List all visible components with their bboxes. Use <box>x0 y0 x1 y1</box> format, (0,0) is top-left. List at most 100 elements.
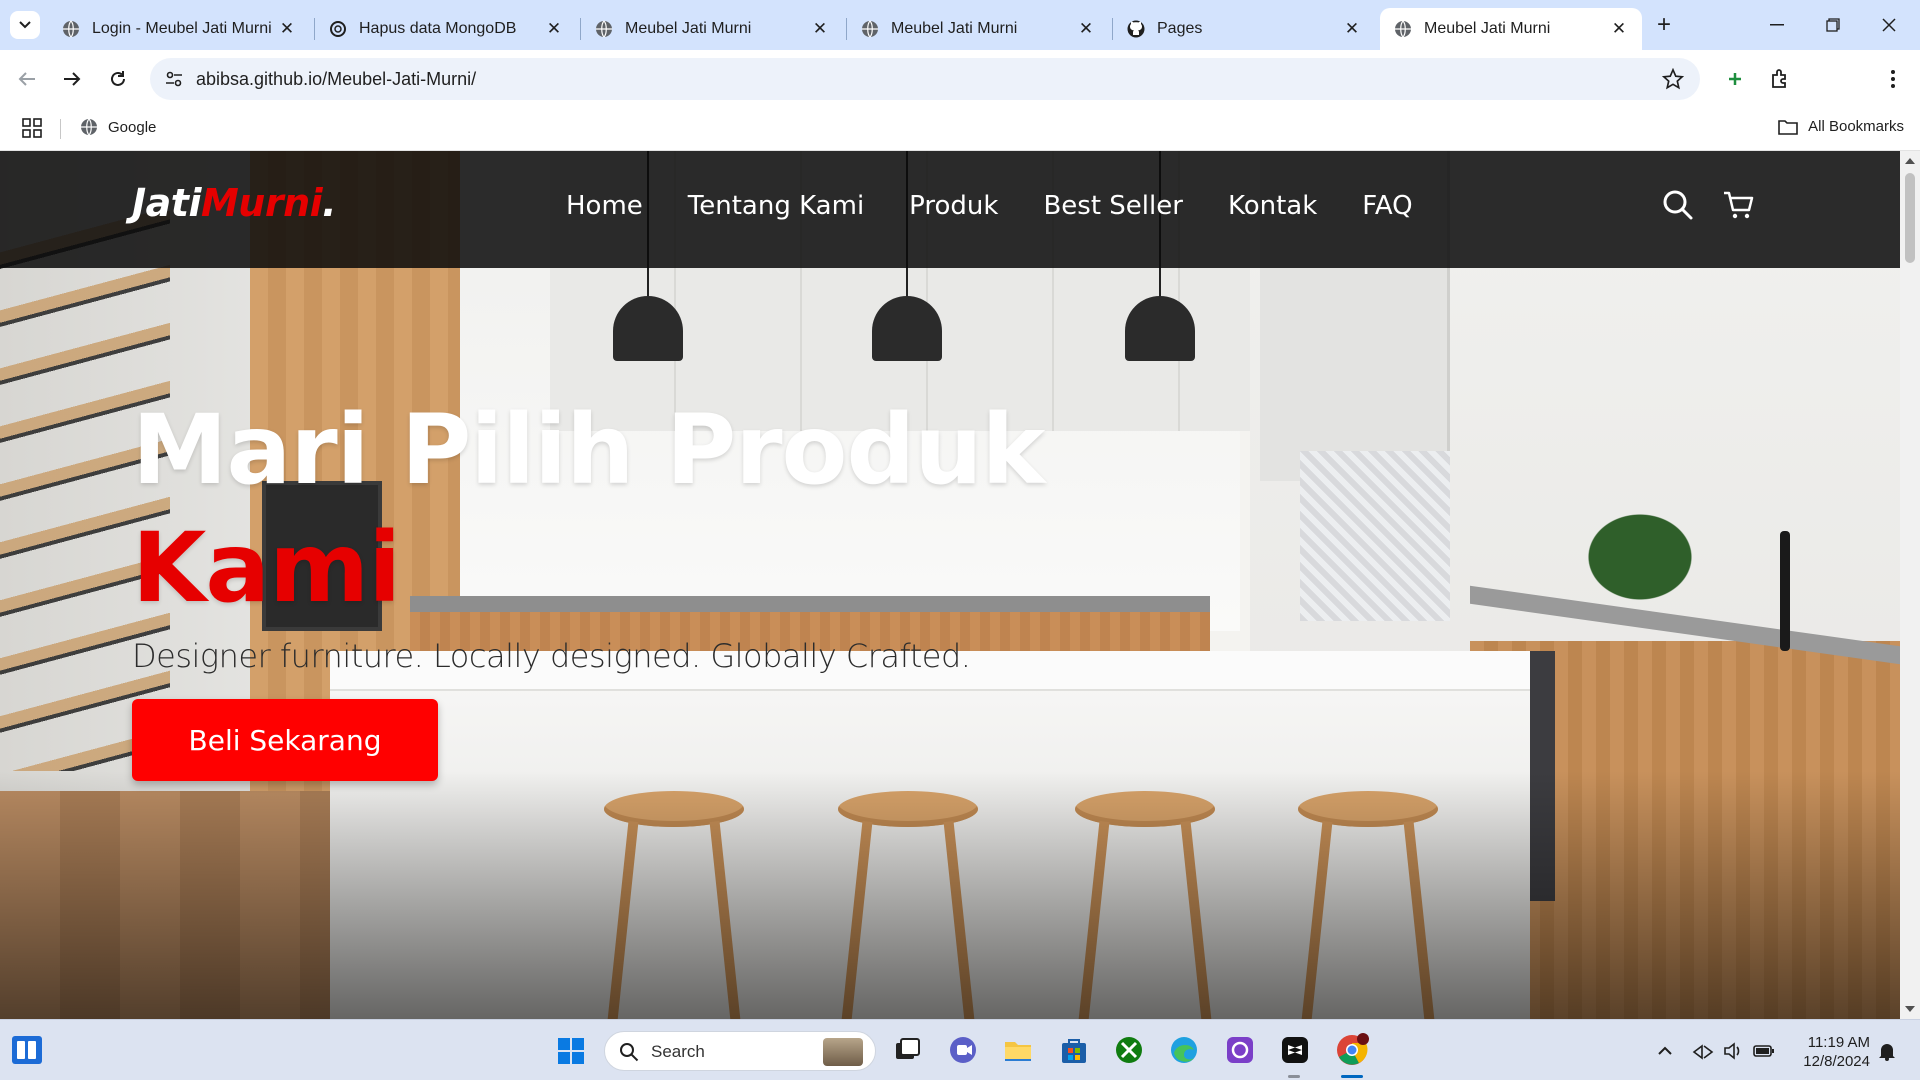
scroll-down-arrow-icon[interactable] <box>1905 1006 1915 1012</box>
apps-grid-icon[interactable] <box>22 118 42 138</box>
edge-icon[interactable] <box>1169 1035 1199 1065</box>
notification-bell-icon[interactable] <box>1876 1040 1898 1062</box>
tab-strip: Login - Meubel Jati Murni ✕ Hapus data M… <box>0 0 1920 50</box>
buy-now-button[interactable]: Beli Sekarang <box>132 699 438 781</box>
widgets-icon[interactable] <box>12 1036 42 1064</box>
logo-text-accent: Murni <box>200 181 323 225</box>
network-icon[interactable] <box>1692 1040 1714 1062</box>
chrome-icon <box>1337 1033 1369 1065</box>
nav-produk[interactable]: Produk <box>909 191 998 221</box>
reload-button[interactable] <box>103 64 133 94</box>
hero-title-line2: Kami <box>132 512 401 624</box>
chevron-up-icon[interactable] <box>1654 1040 1676 1062</box>
scroll-thumb[interactable] <box>1905 173 1915 263</box>
star-icon[interactable] <box>1662 68 1684 90</box>
close-icon[interactable]: ✕ <box>1343 19 1361 38</box>
github-icon <box>1127 20 1145 38</box>
globe-icon <box>596 20 612 38</box>
nav-tentang-kami[interactable]: Tentang Kami <box>688 191 864 221</box>
scroll-up-arrow-icon[interactable] <box>1905 158 1915 164</box>
tab-title: Pages <box>1157 20 1203 37</box>
close-icon[interactable]: ✕ <box>545 19 563 38</box>
browser-toolbar: abibsa.github.io/Meubel-Jati-Murni/ <box>0 50 1920 140</box>
clock-time: 11:19 AM <box>1807 1034 1870 1051</box>
tab-title: Meubel Jati Murni <box>625 20 752 37</box>
globe-icon <box>862 20 878 38</box>
globe-icon <box>81 118 97 136</box>
tab-mongodb[interactable]: Hapus data MongoDB ✕ <box>315 8 577 50</box>
bookmark-google[interactable]: Google <box>80 118 156 136</box>
close-icon[interactable]: ✕ <box>278 19 296 38</box>
restore-button[interactable] <box>1818 12 1848 38</box>
back-button[interactable] <box>12 64 42 94</box>
site-info-icon[interactable] <box>164 69 184 89</box>
system-clock[interactable]: 11:19 AM 12/8/2024 <box>1790 1033 1870 1071</box>
taskbar-search[interactable]: Search <box>604 1031 876 1071</box>
search-icon <box>620 1043 639 1062</box>
windows-taskbar: Search 11:19 AM 12/8/2024 <box>0 1019 1920 1080</box>
hero-title-line1: Mari Pilih Produk <box>132 394 1045 506</box>
arrow-right-icon <box>64 72 81 86</box>
xbox-icon[interactable] <box>1114 1035 1144 1065</box>
tab-meubel-2[interactable]: Meubel Jati Murni ✕ <box>847 8 1109 50</box>
page-scrollbar[interactable] <box>1900 151 1920 1019</box>
minimize-button[interactable] <box>1762 12 1792 38</box>
file-explorer-icon[interactable] <box>1003 1035 1033 1065</box>
tab-search-button[interactable] <box>10 11 40 39</box>
all-bookmarks-button[interactable]: All Bookmarks <box>1778 118 1904 135</box>
url-text[interactable]: abibsa.github.io/Meubel-Jati-Murni/ <box>196 69 476 90</box>
chrome-taskbar-button[interactable] <box>1335 1033 1369 1067</box>
search-highlight-image <box>823 1038 863 1066</box>
minimize-icon <box>1770 24 1784 26</box>
capcut-icon[interactable] <box>1280 1035 1310 1065</box>
address-bar[interactable]: abibsa.github.io/Meubel-Jati-Murni/ <box>150 58 1700 100</box>
search-icon[interactable] <box>1662 189 1694 221</box>
nav-home[interactable]: Home <box>566 191 643 221</box>
tab-meubel-active[interactable]: Meubel Jati Murni ✕ <box>1380 8 1642 50</box>
globe-icon <box>63 20 79 38</box>
nav-best-seller[interactable]: Best Seller <box>1043 191 1182 221</box>
nav-kontak[interactable]: Kontak <box>1228 191 1317 221</box>
active-indicator <box>1341 1075 1363 1078</box>
tab-pages[interactable]: Pages ✕ <box>1113 8 1375 50</box>
chevron-down-icon <box>19 21 31 29</box>
microsoft-store-icon[interactable] <box>1059 1035 1089 1065</box>
tab-login[interactable]: Login - Meubel Jati Murni ✕ <box>48 8 310 50</box>
cart-icon[interactable] <box>1722 189 1754 221</box>
page-viewport: JatiMurni. Home Tentang Kami Produk Best… <box>0 151 1900 1019</box>
more-vert-icon <box>1891 70 1895 88</box>
windows-start-icon[interactable] <box>557 1037 585 1065</box>
close-icon[interactable]: ✕ <box>1610 19 1628 38</box>
bookmarks-bar: Google All Bookmarks <box>0 108 1920 151</box>
tab-meubel-1[interactable]: Meubel Jati Murni ✕ <box>581 8 843 50</box>
all-bookmarks-label: All Bookmarks <box>1808 118 1904 135</box>
folder-icon <box>1778 119 1798 135</box>
restore-icon <box>1826 18 1840 32</box>
reload-icon <box>111 71 125 86</box>
close-window-button[interactable] <box>1874 12 1904 38</box>
close-icon[interactable]: ✕ <box>1077 19 1095 38</box>
new-tab-button[interactable]: + <box>1650 11 1678 39</box>
openai-icon <box>330 21 346 37</box>
site-navbar: JatiMurni. Home Tentang Kami Produk Best… <box>0 151 1900 268</box>
teams-chat-icon[interactable] <box>948 1035 978 1065</box>
hero-title: Mari Pilih Produk Kami <box>132 391 1045 627</box>
tab-title: Login - Meubel Jati Murni <box>92 20 272 37</box>
running-indicator <box>1288 1075 1300 1078</box>
puzzle-icon <box>1772 69 1786 88</box>
plus-icon <box>1729 73 1741 85</box>
close-icon[interactable]: ✕ <box>811 19 829 38</box>
extensions-button[interactable] <box>1768 66 1794 92</box>
extension-plus-button[interactable] <box>1722 66 1748 92</box>
volume-icon[interactable] <box>1722 1040 1744 1062</box>
copilot-app-icon[interactable] <box>1225 1035 1255 1065</box>
close-icon <box>1882 18 1896 32</box>
nav-faq[interactable]: FAQ <box>1362 191 1412 221</box>
battery-icon[interactable] <box>1753 1040 1775 1062</box>
task-view-icon[interactable] <box>892 1035 922 1065</box>
menu-button[interactable] <box>1880 66 1906 92</box>
site-logo[interactable]: JatiMurni. <box>132 181 337 225</box>
forward-button[interactable] <box>57 64 87 94</box>
hero-subtitle: Designer furniture. Locally designed. Gl… <box>132 637 971 675</box>
clock-date: 12/8/2024 <box>1803 1053 1870 1070</box>
